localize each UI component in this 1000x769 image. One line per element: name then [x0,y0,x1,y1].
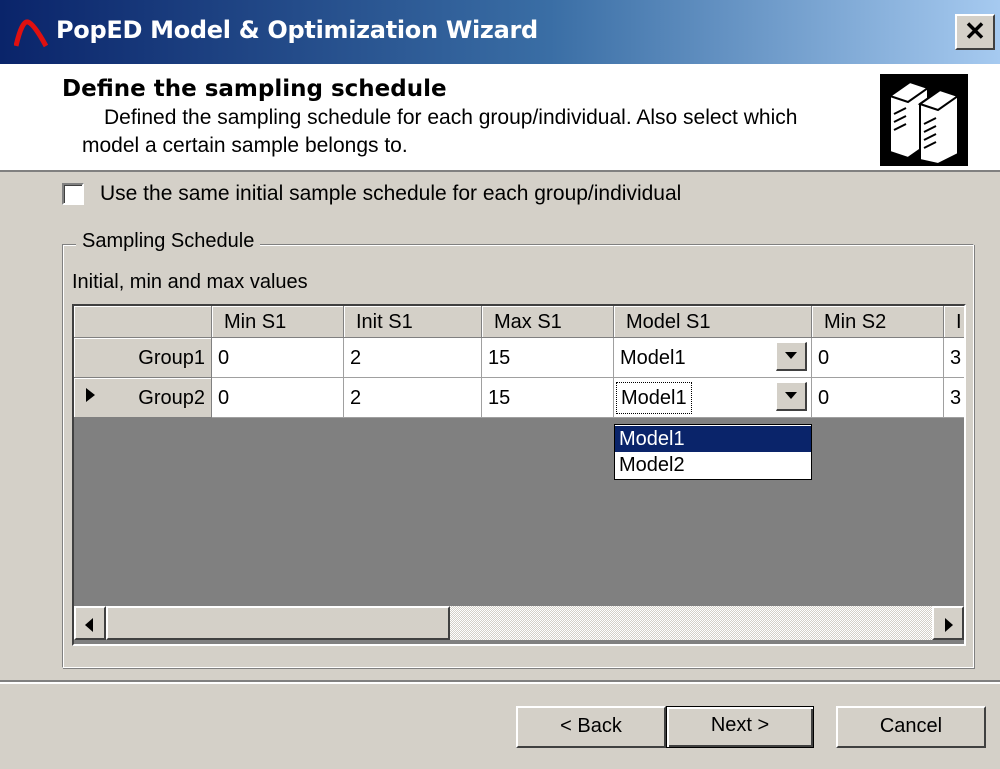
computer-towers-icon [880,74,968,166]
grid-cell[interactable]: 2 [344,338,482,378]
current-row-pointer-icon [86,388,95,402]
column-header[interactable]: I [944,306,964,338]
column-header[interactable]: Model S1 [614,306,812,338]
scroll-left-button[interactable] [74,606,106,640]
sampling-grid[interactable]: Min S1 Init S1 Max S1 Model S1 Min S2 I … [72,304,966,646]
window-title: PopED Model & Optimization Wizard [56,16,538,44]
dropdown-option-model1[interactable]: Model1 [615,426,811,452]
dropdown-arrow-icon[interactable] [776,382,807,411]
close-button[interactable]: ✕ [955,14,995,50]
column-header[interactable]: Max S1 [482,306,614,338]
same-schedule-checkbox[interactable] [62,183,84,205]
title-bar[interactable]: PopED Model & Optimization Wizard ✕ [0,0,1000,64]
description-line-1: Defined the sampling schedule for each g… [104,106,798,129]
grid-caption: Initial, min and max values [72,271,308,293]
page-description: Defined the sampling schedule for each g… [82,104,824,160]
combo-value: Model1 [620,347,686,369]
grid-cell[interactable]: 0 [812,378,944,418]
grid-corner-header [74,306,212,338]
same-schedule-label[interactable]: Use the same initial sample schedule for… [100,182,681,206]
grid-cell[interactable]: 2 [344,378,482,418]
row-header-label: Group2 [138,387,205,409]
cancel-button[interactable]: Cancel [836,706,986,748]
grid-cell[interactable]: 0 [212,378,344,418]
left-arrow-icon [85,618,93,632]
page-title: Define the sampling schedule [62,76,447,102]
right-arrow-icon [945,618,953,632]
column-header[interactable]: Min S2 [812,306,944,338]
grid-cell[interactable]: 3 [944,338,964,378]
footer-divider-highlight [0,682,1000,684]
scroll-right-button[interactable] [932,606,964,640]
grid-cell[interactable]: 0 [212,338,344,378]
description-line-2: model a certain sample belongs to. [82,134,408,157]
wizard-header: Define the sampling schedule Defined the… [0,64,1000,172]
model-combo-cell[interactable]: Model1 [614,338,812,378]
row-header-current[interactable]: Group2 [74,378,212,418]
model-dropdown-list[interactable]: Model1 Model2 [614,424,812,480]
dropdown-option-model2[interactable]: Model2 [615,452,811,478]
column-header[interactable]: Min S1 [212,306,344,338]
next-button[interactable]: Next > [666,706,814,748]
row-header[interactable]: Group1 [74,338,212,378]
model-combo-cell-active[interactable]: Model1 [614,378,812,418]
grid-cell[interactable]: 15 [482,378,614,418]
grid-cell[interactable]: 0 [812,338,944,378]
groupbox-legend: Sampling Schedule [76,230,261,253]
grid-cell[interactable]: 15 [482,338,614,378]
column-header[interactable]: Init S1 [344,306,482,338]
combo-value: Model1 [616,382,692,414]
poped-logo-icon [14,19,48,48]
dropdown-arrow-icon[interactable] [776,342,807,371]
back-button[interactable]: < Back [516,706,666,748]
horizontal-scrollbar[interactable] [74,606,964,640]
scrollbar-thumb[interactable] [106,606,450,640]
grid-cell[interactable]: 3 [944,378,964,418]
